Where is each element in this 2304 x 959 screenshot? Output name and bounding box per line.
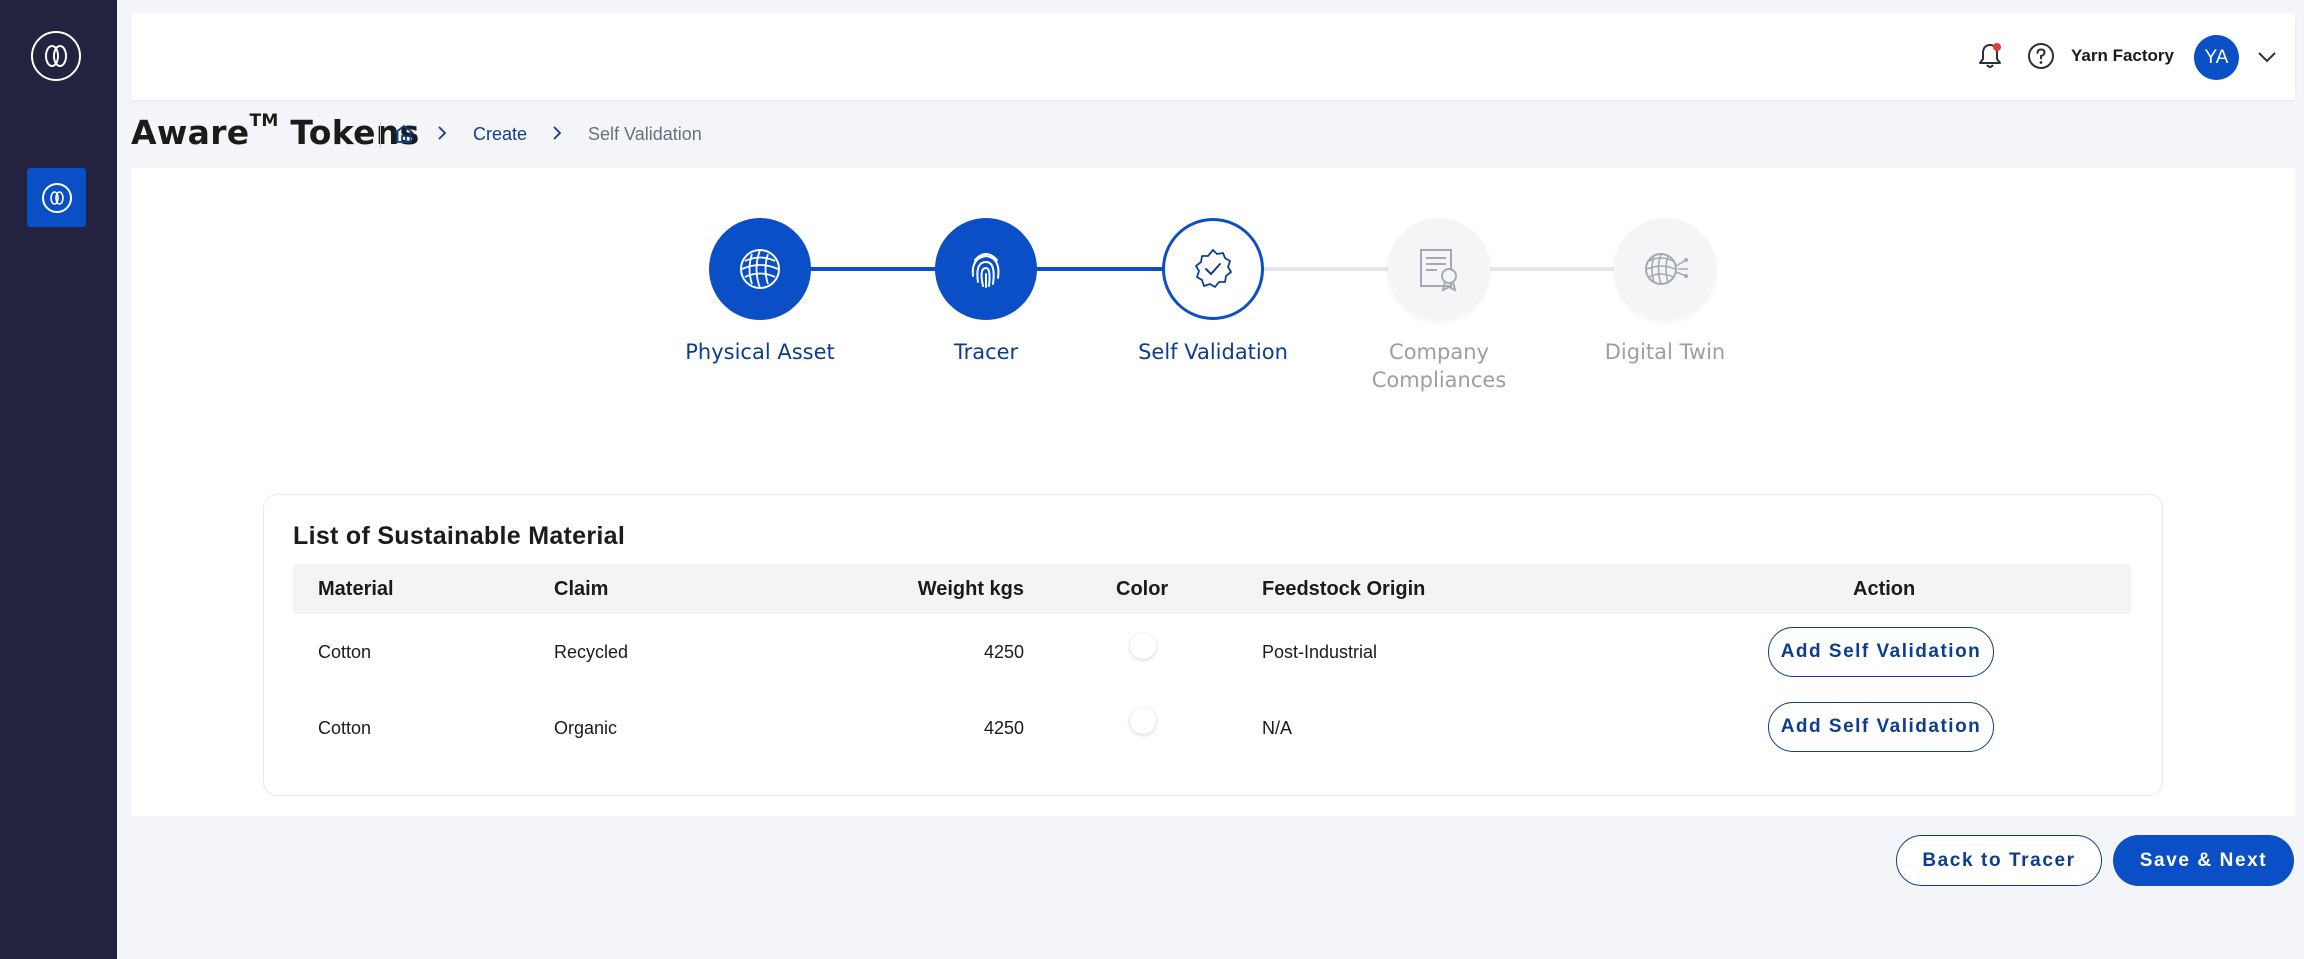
step-label: Company Compliances [1371, 340, 1507, 392]
step-label: Physical Asset [685, 340, 835, 364]
step-company-compliances[interactable] [1388, 218, 1490, 320]
column-header-action: Action [1853, 578, 1916, 600]
chevron-right-icon [436, 125, 452, 143]
avatar[interactable]: YA [2194, 35, 2239, 80]
column-header-color: Color [1116, 578, 1169, 600]
cell-material: Cotton [318, 718, 372, 738]
sidebar-item-aware-tokens[interactable] [27, 168, 86, 227]
digital-twin-icon [1645, 253, 1688, 285]
color-swatch [1130, 633, 1156, 659]
stepper-connector [1036, 267, 1163, 271]
column-header-feedstock-origin: Feedstock Origin [1262, 578, 1426, 600]
badge-check-icon [1195, 249, 1232, 288]
cell-weight: 4250 [983, 718, 1024, 738]
cell-feedstock-origin: N/A [1262, 718, 1293, 738]
save-and-next-button[interactable]: Save & Next [2113, 835, 2294, 886]
breadcrumb-divider [380, 122, 381, 148]
stepper-connector [810, 267, 936, 271]
stepper-connector [1489, 267, 1615, 271]
aware-logo-icon [41, 182, 72, 213]
back-to-tracer-button[interactable]: Back to Tracer [1896, 835, 2102, 886]
add-self-validation-button[interactable]: Add Self Validation [1768, 702, 1994, 752]
cell-weight: 4250 [983, 642, 1024, 662]
stepper-connector [1263, 267, 1389, 271]
color-swatch [1130, 708, 1156, 734]
step-physical-asset[interactable] [709, 218, 811, 320]
step-label: Self Validation [1138, 340, 1288, 364]
page-title: AwareTM Tokens [131, 111, 420, 152]
chevron-down-icon[interactable] [2255, 45, 2279, 69]
cell-feedstock-origin: Post-Industrial [1262, 642, 1378, 662]
help-circle-icon[interactable] [2027, 42, 2055, 70]
step-digital-twin[interactable] [1614, 218, 1716, 320]
step-label: Tracer [953, 340, 1019, 364]
section-title: List of Sustainable Material [293, 522, 626, 550]
chevron-right-icon [551, 125, 567, 143]
yarn-ball-icon [740, 249, 780, 289]
column-header-claim: Claim [554, 578, 609, 600]
breadcrumb-self-validation: Self Validation [588, 124, 702, 144]
certificate-icon [1420, 249, 1457, 292]
home-icon[interactable] [392, 122, 416, 146]
breadcrumb-create[interactable]: Create [473, 124, 527, 145]
column-header-weight: Weight kgs [917, 578, 1024, 600]
column-header-material: Material [318, 578, 394, 600]
add-self-validation-button[interactable]: Add Self Validation [1768, 627, 1994, 677]
bell-icon[interactable] [1975, 41, 2005, 71]
step-label: Digital Twin [1604, 340, 1726, 364]
fingerprint-icon [971, 253, 1000, 288]
step-tracer[interactable] [935, 218, 1037, 320]
cell-claim: Organic [554, 718, 618, 738]
step-self-validation[interactable] [1162, 218, 1264, 320]
cell-claim: Recycled [554, 642, 629, 662]
top-header: Yarn Factory YA [131, 13, 2295, 100]
company-name: Yarn Factory [2071, 46, 2174, 65]
cell-material: Cotton [318, 642, 372, 662]
sidebar [0, 0, 117, 959]
app-logo-icon[interactable] [31, 31, 81, 81]
